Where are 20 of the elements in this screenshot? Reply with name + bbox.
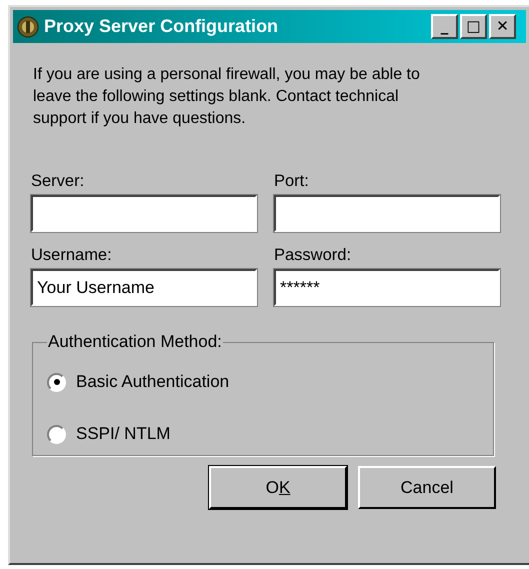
dialog-button[interactable]: Cancel — [358, 466, 496, 509]
dialog-button[interactable]: OK — [209, 466, 347, 509]
input-field[interactable]: Your Username — [31, 269, 257, 306]
input-field[interactable] — [31, 195, 257, 232]
field-label: Password: — [274, 246, 352, 265]
minimize-button[interactable]: _ — [431, 14, 458, 39]
window-title: Proxy Server Configuration — [44, 16, 280, 37]
radio-button[interactable] — [47, 372, 66, 392]
field-label: Server: — [31, 172, 86, 191]
radio-label: SSPI/ NTLM — [76, 424, 170, 444]
field-label: Username: — [31, 246, 113, 265]
radio-button[interactable] — [47, 424, 66, 444]
close-button[interactable]: ✕ — [489, 14, 516, 39]
intro-text: If you are using a personal firewall, you may be able to leave the following settings blank. Contact technical support if you have questions. — [33, 65, 421, 129]
maximize-button[interactable]: □ — [460, 14, 487, 39]
input-field[interactable]: ****** — [274, 269, 500, 306]
radio-label: Basic Authentication — [76, 372, 230, 392]
group-label: Authentication Method: — [47, 332, 223, 352]
field-label: Port: — [274, 172, 310, 191]
input-field[interactable] — [274, 195, 500, 232]
